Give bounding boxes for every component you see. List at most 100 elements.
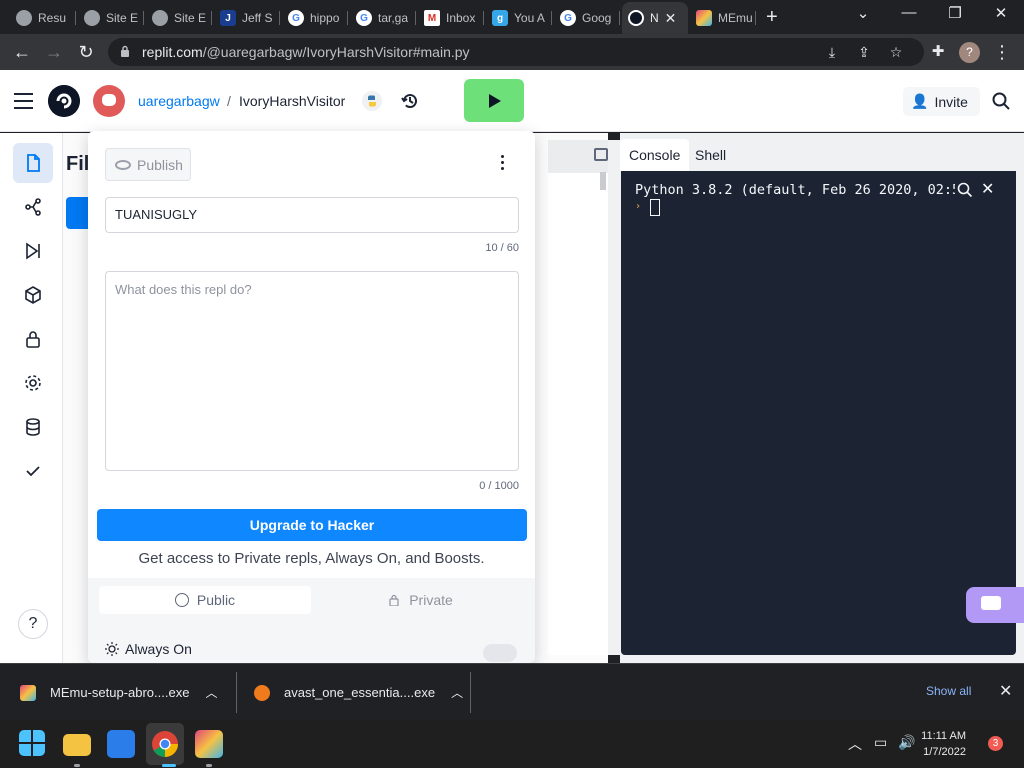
sidebar-item-packages[interactable] — [13, 275, 53, 315]
search-icon[interactable] — [991, 91, 1011, 111]
sidebar-item-files[interactable] — [13, 143, 53, 183]
breadcrumb-username[interactable]: uaregarbagw — [138, 93, 220, 109]
chevron-up-icon[interactable]: ︿ — [205, 684, 217, 701]
replit-logo[interactable] — [48, 85, 80, 117]
address-bar[interactable]: replit.com/@uaregarbagw/IvoryHarshVisito… — [108, 38, 924, 66]
console-output[interactable]: Python 3.8.2 (default, Feb 26 2020, 02:5… — [621, 171, 1016, 655]
bookmark-star-icon[interactable]: ☆ — [888, 44, 904, 60]
sidebar-item-database[interactable] — [13, 407, 53, 447]
google-icon: G — [288, 10, 304, 26]
browser-tab[interactable]: g You A — [486, 4, 552, 32]
memu-icon[interactable] — [195, 730, 223, 758]
private-option[interactable]: Private — [318, 586, 524, 614]
browser-tab[interactable]: Site E — [78, 4, 144, 32]
url-text: replit.com/@uaregarbagw/IvoryHarshVisito… — [142, 44, 470, 60]
checkmark-icon — [26, 466, 40, 477]
extensions-icon[interactable]: ✚ — [926, 40, 950, 64]
minimize-icon[interactable]: — — [886, 4, 932, 21]
history-icon[interactable] — [400, 91, 420, 111]
breadcrumb-repl-name[interactable]: IvoryHarshVisitor — [239, 93, 345, 109]
browser-menu-icon[interactable]: ⋮ — [990, 40, 1014, 64]
browser-tab[interactable]: Resu — [10, 4, 76, 32]
globe-icon — [152, 10, 168, 26]
download-item[interactable]: avast_one_essentia....exe ︿ — [254, 664, 463, 721]
back-icon[interactable]: ← — [10, 40, 34, 64]
system-clock[interactable]: 11:11 AM 1/7/2022 — [920, 728, 966, 760]
browser-tab[interactable]: M Inbox — [418, 4, 484, 32]
always-on-toggle[interactable] — [483, 644, 517, 662]
editor-scrollbar[interactable] — [600, 172, 606, 190]
close-tab-icon[interactable]: ✕ — [665, 10, 677, 27]
chevron-up-icon[interactable]: ︿ — [451, 684, 463, 701]
sidebar-item-settings[interactable] — [13, 363, 53, 403]
repl-title-input[interactable]: TUANISUGLY — [105, 197, 519, 233]
tab-console[interactable]: Console — [620, 139, 690, 171]
close-icon[interactable]: ✕ — [981, 179, 994, 199]
tab-shell[interactable]: Shell — [686, 139, 735, 171]
upgrade-to-hacker-button[interactable]: Upgrade to Hacker — [97, 509, 527, 541]
forward-icon[interactable]: → — [42, 40, 66, 64]
more-options-icon[interactable] — [496, 155, 508, 175]
chat-feedback-button[interactable] — [966, 587, 1024, 623]
windows-start-icon[interactable] — [19, 730, 45, 756]
publish-button[interactable]: Publish — [105, 148, 191, 181]
browser-tab[interactable]: J Jeff S — [214, 4, 280, 32]
close-window-icon[interactable]: ✕ — [978, 4, 1024, 22]
sidebar-item-debugger[interactable] — [13, 231, 53, 271]
microsoft-store-icon[interactable] — [107, 730, 135, 758]
editor-area[interactable] — [548, 140, 614, 655]
show-all-downloads-link[interactable]: Show all — [926, 684, 971, 698]
sidebar-item-unit-tests[interactable] — [13, 451, 53, 491]
title-char-counter: 10 / 60 — [485, 242, 519, 254]
lock-icon — [121, 45, 129, 57]
sidebar-rail: ? — [0, 133, 63, 663]
hamburger-menu-icon[interactable] — [14, 93, 33, 109]
sidebar-item-secrets[interactable] — [13, 319, 53, 359]
pane-resize-handle[interactable] — [608, 140, 620, 655]
notification-badge[interactable]: 3 — [988, 736, 1003, 751]
breadcrumb-separator: / — [227, 93, 231, 109]
gmail-icon: M — [424, 10, 440, 26]
browser-tab[interactable]: MEmu — [690, 4, 756, 32]
tab-search-icon[interactable]: ⌄ — [840, 4, 886, 22]
share-icon[interactable]: ⇪ — [856, 44, 872, 60]
chrome-icon[interactable] — [151, 730, 179, 758]
network-icon[interactable]: ▭ — [874, 734, 887, 751]
browser-tab[interactable]: G tar,ga — [350, 4, 416, 32]
sun-icon — [105, 642, 119, 656]
run-button[interactable] — [464, 79, 524, 122]
console-cursor — [650, 199, 660, 216]
memu-icon — [696, 10, 712, 26]
user-avatar[interactable] — [93, 85, 125, 117]
chevron-up-icon[interactable]: ︿ — [848, 734, 862, 754]
profile-avatar[interactable]: ? — [959, 42, 980, 63]
always-on-row: Always On — [105, 641, 192, 657]
browser-tab[interactable]: Site E — [146, 4, 212, 32]
text-cursor-icon — [1011, 318, 1017, 336]
volume-icon[interactable]: 🔊 — [898, 734, 915, 751]
package-icon — [25, 286, 41, 304]
new-tab-icon[interactable]: + — [766, 6, 778, 29]
google-icon: G — [560, 10, 576, 26]
install-icon[interactable]: ⤓ — [824, 44, 840, 60]
replit-header: uaregarbagw / IvoryHarshVisitor 👤 Invite — [0, 70, 1024, 132]
browser-tab-active[interactable]: N ✕ — [622, 2, 688, 34]
search-icon[interactable] — [956, 181, 974, 199]
restore-icon[interactable]: ❐ — [932, 4, 978, 22]
file-icon — [27, 154, 40, 172]
download-item[interactable]: MEmu-setup-abro....exe ︿ — [20, 664, 217, 721]
public-option[interactable]: Public — [99, 586, 311, 614]
browser-tab[interactable]: G Goog — [554, 4, 620, 32]
close-downloads-icon[interactable]: ✕ — [999, 681, 1012, 701]
repl-description-input[interactable]: What does this repl do? — [105, 271, 519, 471]
python-language-icon[interactable] — [362, 91, 382, 111]
memu-icon — [20, 684, 36, 701]
help-button[interactable]: ? — [18, 609, 48, 639]
reload-icon[interactable]: ↻ — [74, 40, 98, 64]
invite-button[interactable]: 👤 Invite — [903, 87, 980, 116]
editor-layout-icon[interactable] — [594, 148, 608, 161]
file-explorer-icon[interactable] — [63, 734, 91, 756]
browser-tab[interactable]: G hippo — [282, 4, 348, 32]
sidebar-item-version-control[interactable] — [13, 187, 53, 227]
publish-popover: Publish TUANISUGLY 10 / 60 What does thi… — [88, 131, 535, 663]
